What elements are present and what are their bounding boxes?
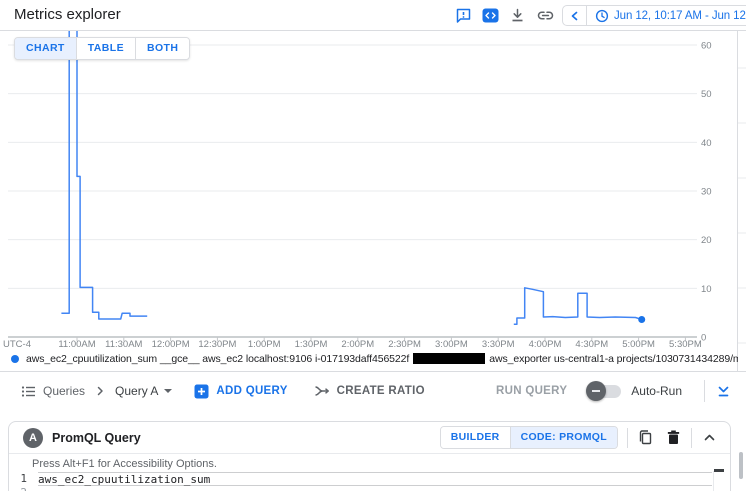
chevron-up-icon[interactable] <box>701 429 718 446</box>
svg-text:20: 20 <box>701 235 712 246</box>
svg-text:3:00PM: 3:00PM <box>435 339 468 350</box>
tab-table[interactable]: TABLE <box>77 38 136 59</box>
code-promql-tab[interactable]: CODE: PROMQL <box>510 427 617 448</box>
svg-text:40: 40 <box>701 138 712 149</box>
divider <box>627 428 628 448</box>
tab-both[interactable]: BOTH <box>136 38 189 59</box>
builder-tab[interactable]: BUILDER <box>441 427 510 448</box>
code-line[interactable]: 1 aws_ec2_cpuutilization_sum <box>9 472 730 486</box>
download-icon[interactable] <box>509 7 526 24</box>
chart-section: 0 10 20 30 40 50 60 UTC-4 11:00AM 11:30AM 12:00PM 1… <box>0 31 746 371</box>
merge-arrows-icon <box>314 384 330 398</box>
plus-icon <box>194 384 209 399</box>
feedback-icon[interactable] <box>455 7 472 24</box>
svg-text:11:30AM: 11:30AM <box>105 339 142 350</box>
svg-text:12:30PM: 12:30PM <box>198 339 236 350</box>
redacted-box <box>413 353 485 364</box>
accessibility-hint: Press Alt+F1 for Accessibility Options. <box>32 458 730 470</box>
delete-icon[interactable] <box>665 429 682 446</box>
scrollbar-thumb[interactable] <box>739 452 743 479</box>
chevron-right-icon <box>94 385 106 397</box>
promql-query-card: A PromQL Query BUILDER CODE: PROMQL Pres… <box>8 421 731 491</box>
overview-ruler-cursor <box>714 469 724 472</box>
line-number: 1 <box>9 472 27 486</box>
link-icon[interactable] <box>537 7 554 24</box>
auto-run-label: Auto-Run <box>631 384 682 398</box>
chart-view-tabs: CHART TABLE BOTH <box>14 37 190 60</box>
metrics-explorer-page: Metrics explorer Jun 12, 10:17 AM - Jun … <box>0 0 746 491</box>
breadcrumb-queries[interactable]: Queries <box>43 384 85 398</box>
query-name[interactable]: Query A <box>115 384 158 398</box>
toggle-knob <box>586 381 606 401</box>
svg-text:0: 0 <box>701 333 706 344</box>
code-icon[interactable] <box>482 7 499 24</box>
time-range-control: Jun 12, 10:17 AM - Jun 12, 5:48 <box>562 5 746 26</box>
code-text[interactable]: aws_ec2_cpuutilization_sum <box>38 472 712 486</box>
page-header: Metrics explorer Jun 12, 10:17 AM - Jun … <box>0 0 746 31</box>
copy-icon[interactable] <box>637 429 654 446</box>
timeseries-chart[interactable]: 0 10 20 30 40 50 60 UTC-4 11:00AM 11:30AM 12:00PM 1… <box>0 31 746 371</box>
query-badge: A <box>23 428 43 448</box>
svg-text:4:00PM: 4:00PM <box>529 339 562 350</box>
queries-toolbar: Queries Query A ADD QUERY CREATE RATIO R… <box>0 372 746 410</box>
svg-text:60: 60 <box>701 41 712 52</box>
svg-text:12:00PM: 12:00PM <box>152 339 190 350</box>
svg-text:11:00AM: 11:00AM <box>58 339 95 350</box>
list-icon <box>21 384 36 399</box>
collapse-down-icon[interactable] <box>715 383 732 400</box>
svg-text:2:30PM: 2:30PM <box>388 339 421 350</box>
series-color-dot <box>11 355 19 363</box>
svg-text:2:00PM: 2:00PM <box>341 339 374 350</box>
code-text[interactable] <box>38 486 712 491</box>
page-title: Metrics explorer <box>14 0 121 30</box>
svg-text:1:00PM: 1:00PM <box>248 339 281 350</box>
svg-text:5:30PM: 5:30PM <box>669 339 702 350</box>
create-ratio-button[interactable]: CREATE RATIO <box>314 384 425 398</box>
divider <box>691 428 692 448</box>
tab-chart[interactable]: CHART <box>15 38 77 59</box>
editor-mode-switch: BUILDER CODE: PROMQL <box>440 426 618 449</box>
svg-text:10: 10 <box>701 284 712 295</box>
legend-text-before: aws_ec2_cpuutilization_sum __gce__ aws_e… <box>26 353 409 365</box>
chevron-left-icon[interactable] <box>563 6 587 25</box>
legend-text-after: aws_exporter us-central1-a projects/1030… <box>489 353 738 365</box>
promql-card-header: A PromQL Query BUILDER CODE: PROMQL <box>9 422 730 454</box>
run-query-button[interactable]: RUN QUERY <box>496 385 567 397</box>
editor-ruler-line <box>713 471 714 491</box>
time-range-label: Jun 12, 10:17 AM - Jun 12, 5:48 <box>614 10 746 22</box>
add-query-button[interactable]: ADD QUERY <box>194 384 287 399</box>
clock-icon <box>595 9 609 23</box>
time-range-button[interactable]: Jun 12, 10:17 AM - Jun 12, 5:48 <box>587 9 746 23</box>
divider <box>704 380 705 402</box>
svg-text:3:30PM: 3:30PM <box>482 339 515 350</box>
svg-text:50: 50 <box>701 89 712 100</box>
chevron-down-icon[interactable] <box>164 389 172 393</box>
svg-text:1:30PM: 1:30PM <box>295 339 328 350</box>
legend-item[interactable]: aws_ec2_cpuutilization_sum __gce__ aws_e… <box>8 352 738 365</box>
code-line[interactable]: 2 <box>9 486 730 491</box>
svg-text:4:30PM: 4:30PM <box>575 339 608 350</box>
svg-text:30: 30 <box>701 187 712 198</box>
create-ratio-label: CREATE RATIO <box>337 385 425 397</box>
svg-text:UTC-4: UTC-4 <box>3 339 31 350</box>
auto-run-toggle[interactable] <box>589 385 621 398</box>
promql-card-title: PromQL Query <box>52 431 141 445</box>
add-query-label: ADD QUERY <box>216 385 287 397</box>
svg-text:5:00PM: 5:00PM <box>622 339 655 350</box>
line-number: 2 <box>9 486 27 491</box>
